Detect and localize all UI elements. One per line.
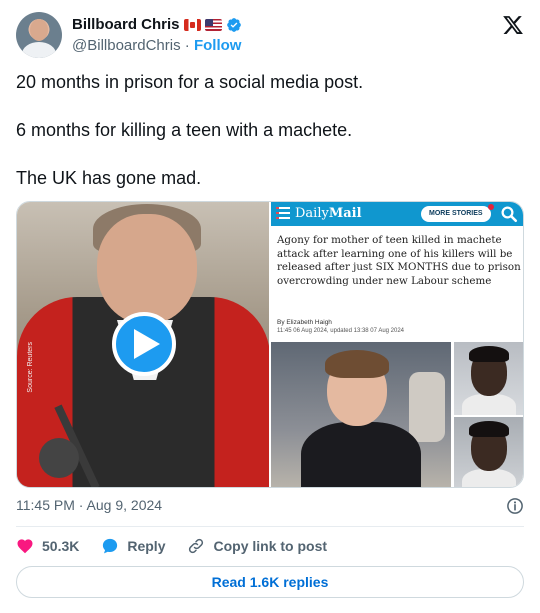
- daily-mail-header: DailyMail MORE STORIES: [271, 202, 523, 226]
- author-handle[interactable]: @BillboardChris: [72, 37, 181, 54]
- usa-flag-icon: [204, 18, 222, 31]
- copy-link-button[interactable]: Copy link to post: [187, 537, 327, 555]
- tweet-line: The UK has gone mad.: [16, 168, 202, 188]
- avatar[interactable]: [16, 12, 62, 58]
- like-button[interactable]: 50.3K: [16, 537, 79, 555]
- tweet-line: 20 months in prison for a social media p…: [16, 72, 364, 92]
- x-logo-icon[interactable]: [502, 14, 524, 36]
- article-dates: 11:45 06 Aug 2024, updated 13:38 07 Aug …: [277, 328, 405, 334]
- verified-badge-icon: [226, 17, 241, 32]
- reply-button[interactable]: Reply: [101, 537, 165, 555]
- follow-button[interactable]: Follow: [194, 37, 242, 54]
- divider: [16, 526, 524, 527]
- play-button[interactable]: [112, 312, 176, 376]
- tweet-text: 20 months in prison for a social media p…: [16, 70, 524, 214]
- like-count: 50.3K: [42, 538, 80, 554]
- action-bar: 50.3K Reply Copy link to post: [16, 535, 349, 557]
- read-replies-button[interactable]: Read 1.6K replies: [16, 566, 524, 598]
- heart-icon: [17, 539, 33, 554]
- mugshot-2: [454, 417, 523, 487]
- link-icon: [189, 538, 204, 554]
- daily-mail-logo: DailyMail: [295, 206, 362, 221]
- tweet-header: Billboard Chris @BillboardChris · Follow: [16, 12, 524, 60]
- author-name[interactable]: Billboard Chris: [72, 16, 180, 33]
- menu-icon: [276, 207, 290, 221]
- tweet-line: 6 months for killing a teen with a mache…: [16, 120, 353, 140]
- article-headline: Agony for mother of teen killed in mache…: [277, 234, 521, 287]
- reply-label: Reply: [127, 538, 166, 554]
- more-stories-button: MORE STORIES: [421, 206, 491, 222]
- notification-dot: [488, 204, 494, 210]
- canada-flag-icon: [183, 18, 201, 31]
- reply-bubble-icon: [103, 538, 118, 554]
- victim-photo: [271, 342, 451, 487]
- play-icon: [133, 329, 160, 359]
- info-icon[interactable]: [506, 497, 524, 515]
- tweet-timestamp[interactable]: 11:45 PM · Aug 9, 2024: [16, 497, 162, 513]
- article-screenshot[interactable]: DailyMail MORE STORIES Agony for mother …: [271, 202, 523, 487]
- copy-link-label: Copy link to post: [213, 538, 328, 554]
- handle-row: @BillboardChris · Follow: [72, 37, 241, 54]
- mugshot-1: [454, 342, 523, 415]
- search-icon: [501, 206, 518, 223]
- video-thumbnail[interactable]: Source: Reuters: [17, 202, 269, 487]
- source-watermark: Source: Reuters: [27, 342, 34, 393]
- article-byline: By Elizabeth Haigh: [277, 319, 332, 326]
- handle-separator: ·: [184, 37, 190, 54]
- media-grid: Source: Reuters DailyMail MORE STORIES A…: [16, 201, 524, 488]
- author-name-row: Billboard Chris: [72, 16, 242, 33]
